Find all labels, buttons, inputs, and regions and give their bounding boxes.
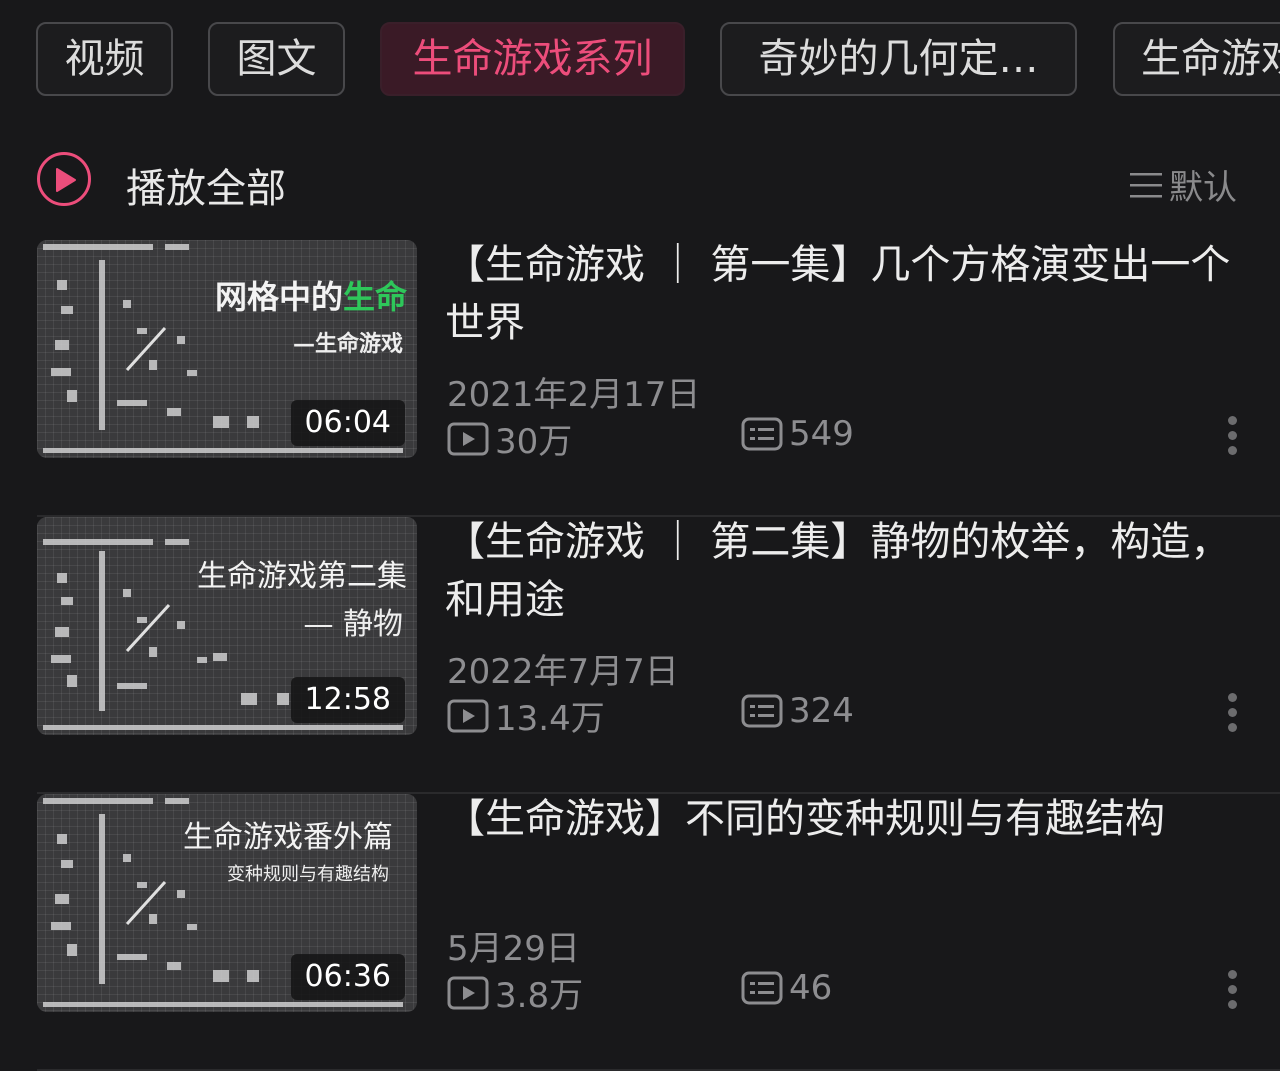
chip-geometry-theorems[interactable]: 奇妙的几何定… <box>720 22 1077 96</box>
sort-menu-icon <box>1130 172 1162 197</box>
danmaku-icon <box>741 694 783 728</box>
danmaku-icon <box>741 417 783 451</box>
video-title[interactable]: 【生命游戏】不同的变种规则与有趣结构 <box>445 790 1245 848</box>
thumbnail-title: 生命游戏第二集 <box>197 559 407 594</box>
view-count: 3.8万 <box>447 968 583 1017</box>
publish-date: 5月29日 <box>447 929 580 969</box>
thumbnail-subtitle: 变种规则与有趣结构 <box>227 864 389 885</box>
sort-button[interactable]: 默认 <box>1129 160 1237 209</box>
video-list-item[interactable]: 生命游戏第二集 — 静物 12:58 【生命游戏 ｜ 第二集】静物的枚举，构造，… <box>37 517 1280 794</box>
more-icon[interactable] <box>1228 693 1238 738</box>
thumbnail-title: 网格中的生命 <box>214 278 407 316</box>
view-count: 30万 <box>447 414 572 463</box>
danmaku-count: 549 <box>741 414 854 454</box>
sort-label: 默认 <box>1169 168 1237 208</box>
chip-game-of-life[interactable]: 生命游戏 <box>1113 22 1280 96</box>
play-count-icon <box>447 699 489 732</box>
video-title[interactable]: 【生命游戏 ｜ 第一集】几个方格演变出一个世界 <box>445 236 1245 352</box>
play-all-button[interactable]: 播放全部 <box>126 156 286 214</box>
video-thumbnail[interactable]: 生命游戏第二集 — 静物 12:58 <box>37 517 417 735</box>
danmaku-count: 324 <box>741 691 854 731</box>
video-thumbnail[interactable]: 网格中的生命 —生命游戏 06:04 <box>37 240 417 458</box>
chip-game-of-life-series[interactable]: 生命游戏系列 <box>380 22 685 96</box>
view-count: 13.4万 <box>447 691 605 740</box>
chip-video[interactable]: 视频 <box>36 22 173 96</box>
chip-image-text[interactable]: 图文 <box>208 22 345 96</box>
duration-badge: 06:04 <box>290 400 405 446</box>
more-icon[interactable] <box>1228 416 1238 461</box>
filter-chip-bar: 视频 图文 生命游戏系列 奇妙的几何定… 生命游戏 <box>0 22 1280 100</box>
video-thumbnail[interactable]: 生命游戏番外篇 变种规则与有趣结构 06:36 <box>37 794 417 1012</box>
play-circle-icon[interactable] <box>37 152 91 206</box>
publish-date: 2022年7月7日 <box>447 652 679 692</box>
danmaku-icon <box>741 971 783 1005</box>
thumbnail-subtitle: —生命游戏 <box>292 331 403 357</box>
danmaku-count: 46 <box>741 968 832 1008</box>
play-count-icon <box>447 422 489 455</box>
play-all-row: 播放全部 默认 <box>37 152 1237 212</box>
thumbnail-subtitle: — 静物 <box>303 607 403 642</box>
more-icon[interactable] <box>1228 970 1238 1015</box>
thumbnail-title: 生命游戏番外篇 <box>183 820 393 855</box>
play-count-icon <box>447 976 489 1009</box>
video-list-item[interactable]: 网格中的生命 —生命游戏 06:04 【生命游戏 ｜ 第一集】几个方格演变出一个… <box>37 240 1280 517</box>
duration-badge: 12:58 <box>290 677 405 723</box>
duration-badge: 06:36 <box>290 954 405 1000</box>
publish-date: 2021年2月17日 <box>447 375 701 415</box>
video-title[interactable]: 【生命游戏 ｜ 第二集】静物的枚举，构造，和用途 <box>445 513 1245 629</box>
video-list-item[interactable]: 生命游戏番外篇 变种规则与有趣结构 06:36 【生命游戏】不同的变种规则与有趣… <box>37 794 1280 1071</box>
